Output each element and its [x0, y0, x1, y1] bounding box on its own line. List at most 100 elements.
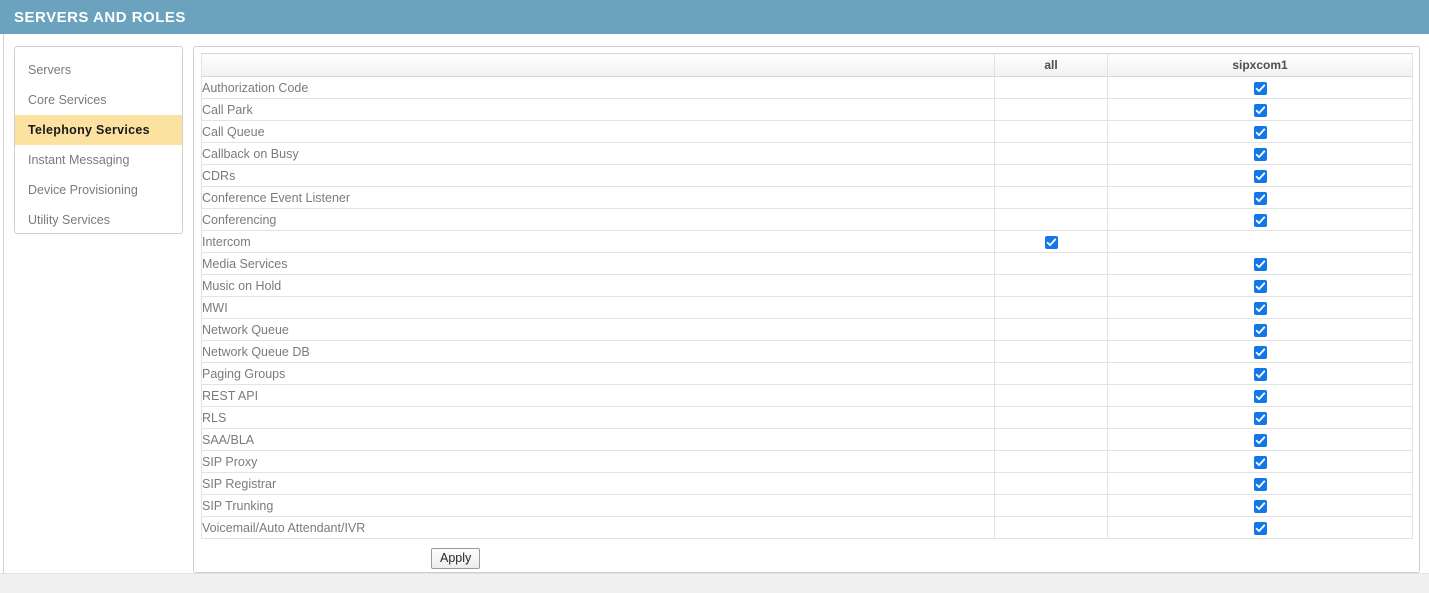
apply-button[interactable]: Apply: [431, 548, 481, 569]
cell-sipxcom1: [1107, 186, 1413, 209]
checkbox-checked-icon[interactable]: [1253, 367, 1267, 381]
cell-all: [994, 406, 1108, 429]
apply-row: Apply: [431, 548, 481, 569]
table-header-row: all sipxcom1: [201, 53, 1413, 77]
cell-all: [994, 340, 1108, 363]
table-row: Conference Event Listener: [201, 186, 1413, 209]
table-row: Intercom: [201, 230, 1413, 253]
checkbox-checked-icon[interactable]: [1253, 345, 1267, 359]
service-name-cell: Callback on Busy: [201, 142, 995, 165]
checkbox-checked-icon[interactable]: [1044, 235, 1058, 249]
cell-sipxcom1: [1107, 472, 1413, 495]
checkbox-checked-icon[interactable]: [1253, 433, 1267, 447]
checkbox-checked-icon[interactable]: [1253, 81, 1267, 95]
table-row: CDRs: [201, 164, 1413, 187]
checkbox-checked-icon[interactable]: [1253, 103, 1267, 117]
table-row: Music on Hold: [201, 274, 1413, 297]
service-name-cell: Media Services: [201, 252, 995, 275]
left-divider: [3, 34, 4, 573]
table-row: SIP Registrar: [201, 472, 1413, 495]
cell-all: [994, 428, 1108, 451]
table-row: Voicemail/Auto Attendant/IVR: [201, 516, 1413, 539]
cell-sipxcom1: [1107, 516, 1413, 539]
service-name-cell: Call Park: [201, 98, 995, 121]
service-name-cell: RLS: [201, 406, 995, 429]
sidebar-item-core-services[interactable]: Core Services: [15, 85, 182, 115]
cell-all: [994, 494, 1108, 517]
service-name-cell: Authorization Code: [201, 76, 995, 99]
table-row: Call Queue: [201, 120, 1413, 143]
sidebar-item-servers[interactable]: Servers: [15, 55, 182, 85]
table-row: Callback on Busy: [201, 142, 1413, 165]
service-name-cell: Paging Groups: [201, 362, 995, 385]
sidebar-item-device-provisioning[interactable]: Device Provisioning: [15, 175, 182, 205]
service-name-cell: Network Queue DB: [201, 340, 995, 363]
page-body: Servers Core Services Telephony Services In…: [0, 34, 1429, 593]
cell-all: [994, 186, 1108, 209]
services-roles-table: all sipxcom1 Authorization Code Call Park…: [201, 53, 1413, 539]
cell-sipxcom1: [1107, 164, 1413, 187]
checkbox-checked-icon[interactable]: [1253, 455, 1267, 469]
checkbox-checked-icon[interactable]: [1253, 213, 1267, 227]
table-row: SAA/BLA: [201, 428, 1413, 451]
table-row: Paging Groups: [201, 362, 1413, 385]
cell-all: [994, 384, 1108, 407]
column-header-all[interactable]: all: [994, 53, 1108, 77]
service-name-cell: Intercom: [201, 230, 995, 253]
service-name-cell: Call Queue: [201, 120, 995, 143]
cell-sipxcom1: [1107, 252, 1413, 275]
table-header: all sipxcom1: [201, 53, 1413, 77]
cell-all: [994, 450, 1108, 473]
checkbox-checked-icon[interactable]: [1253, 279, 1267, 293]
service-name-cell: SIP Trunking: [201, 494, 995, 517]
table-row: Network Queue: [201, 318, 1413, 341]
checkbox-checked-icon[interactable]: [1253, 521, 1267, 535]
cell-sipxcom1: [1107, 340, 1413, 363]
table-row: Authorization Code: [201, 76, 1413, 99]
cell-sipxcom1: [1107, 208, 1413, 231]
main-panel: all sipxcom1 Authorization Code Call Park…: [193, 46, 1420, 573]
cell-all: [994, 120, 1108, 143]
sidebar-item-utility-services[interactable]: Utility Services: [15, 205, 182, 233]
checkbox-checked-icon[interactable]: [1253, 191, 1267, 205]
cell-all: [994, 208, 1108, 231]
checkbox-checked-icon[interactable]: [1253, 147, 1267, 161]
cell-all: [994, 296, 1108, 319]
checkbox-checked-icon[interactable]: [1253, 477, 1267, 491]
service-name-cell: REST API: [201, 384, 995, 407]
checkbox-checked-icon[interactable]: [1253, 411, 1267, 425]
cell-all: [994, 252, 1108, 275]
cell-sipxcom1: [1107, 384, 1413, 407]
service-name-cell: CDRs: [201, 164, 995, 187]
table-row: Call Park: [201, 98, 1413, 121]
page-title: SERVERS AND ROLES: [14, 9, 186, 26]
service-name-cell: MWI: [201, 296, 995, 319]
table-row: SIP Trunking: [201, 494, 1413, 517]
cell-all: [994, 362, 1108, 385]
page-header-bar: SERVERS AND ROLES: [0, 0, 1429, 34]
cell-all: [994, 274, 1108, 297]
checkbox-checked-icon[interactable]: [1253, 301, 1267, 315]
table-body: Authorization Code Call Park Call Queue Cal…: [201, 76, 1413, 539]
table-row: SIP Proxy: [201, 450, 1413, 473]
cell-sipxcom1: [1107, 98, 1413, 121]
checkbox-checked-icon[interactable]: [1253, 257, 1267, 271]
service-name-cell: SAA/BLA: [201, 428, 995, 451]
sidebar-item-instant-messaging[interactable]: Instant Messaging: [15, 145, 182, 175]
table-row: RLS: [201, 406, 1413, 429]
checkbox-checked-icon[interactable]: [1253, 499, 1267, 513]
cell-sipxcom1: [1107, 494, 1413, 517]
cell-all: [994, 230, 1108, 253]
table-row: MWI: [201, 296, 1413, 319]
cell-sipxcom1: [1107, 120, 1413, 143]
checkbox-checked-icon[interactable]: [1253, 323, 1267, 337]
checkbox-checked-icon[interactable]: [1253, 125, 1267, 139]
service-name-cell: Conference Event Listener: [201, 186, 995, 209]
column-header-name: [201, 53, 995, 77]
column-header-sipxcom1[interactable]: sipxcom1: [1107, 53, 1413, 77]
sidebar-item-telephony-services[interactable]: Telephony Services: [15, 115, 182, 145]
cell-sipxcom1: [1107, 230, 1413, 253]
checkbox-checked-icon[interactable]: [1253, 169, 1267, 183]
checkbox-checked-icon[interactable]: [1253, 389, 1267, 403]
table-row: REST API: [201, 384, 1413, 407]
